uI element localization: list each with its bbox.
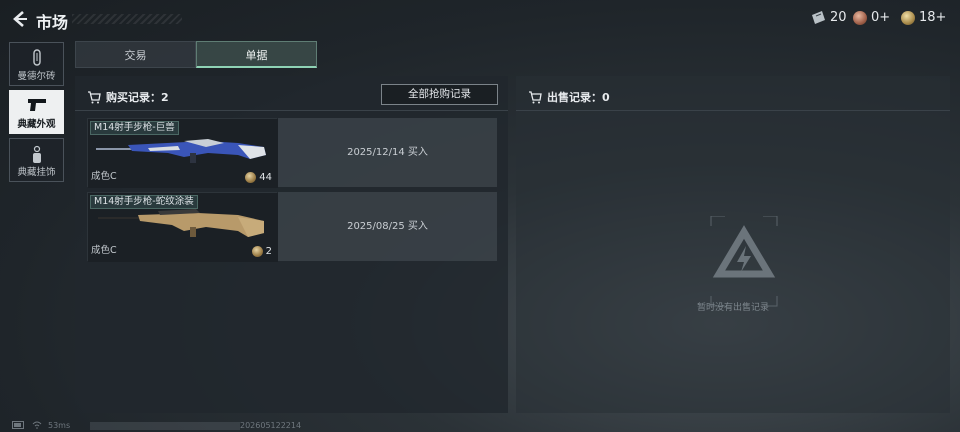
price: 2 — [251, 246, 272, 257]
gold-coin-icon — [251, 246, 263, 257]
page-title: 市场 — [36, 13, 69, 32]
sidebar-item-label: 典藏外观 — [17, 119, 56, 130]
wifi-icon — [32, 421, 42, 431]
purchase-heading: 购买记录：2 — [87, 89, 169, 105]
currency-gold-coin[interactable]: 18+ — [901, 10, 946, 25]
weapon-name: M14射手步枪-巨兽 — [90, 121, 179, 135]
purchase-record[interactable]: M14射手步枪-巨兽 成色C 44 2025/12/14 买入 — [87, 118, 497, 188]
back-arrow-icon[interactable] — [10, 9, 28, 29]
charm-icon — [32, 145, 41, 163]
sales-heading-text: 出售记录：0 — [547, 91, 610, 104]
sidebar-item-label: 曼德尔砖 — [17, 71, 56, 82]
all-snap-purchase-records-button[interactable]: 全部抢购记录 — [381, 84, 498, 105]
purchase-panel: 购买记录：2 全部抢购记录 M14射手步枪-巨兽 成色C 44 2025/12/… — [75, 76, 508, 413]
weapon-thumbnail: M14射手步枪-蛇纹涂装 成色C 2 — [87, 192, 278, 262]
purchase-record[interactable]: M14射手步枪-蛇纹涂装 成色C 2 2025/08/25 买入 — [87, 192, 497, 262]
purchase-heading-text: 购买记录：2 — [106, 91, 169, 104]
sidebar-item-collection-skin[interactable]: 典藏外观 — [9, 90, 64, 134]
divider — [516, 110, 950, 111]
sales-heading: 出售记录：0 — [528, 89, 610, 105]
divider — [75, 110, 508, 111]
ticket-icon — [812, 10, 825, 24]
price: 44 — [245, 172, 272, 183]
top-bar: 市场 20 0+ 18+ — [0, 0, 960, 38]
purchase-date: 2025/12/14 买入 — [278, 118, 497, 187]
sales-panel: 出售记录：0 暂时没有出售记录 — [516, 76, 950, 413]
tab-bar: 交易 单据 — [75, 41, 317, 68]
badge-coin-count: 0+ — [871, 10, 891, 25]
blurred-uid — [90, 422, 240, 430]
battery-icon — [12, 421, 26, 431]
tab-records[interactable]: 单据 — [196, 41, 317, 68]
pistol-icon — [27, 99, 46, 111]
title-decoration — [72, 14, 182, 24]
sidebar-item-collection-charm[interactable]: 典藏挂饰 — [9, 138, 64, 182]
price-value: 2 — [265, 246, 272, 257]
condition-label: 成色C — [91, 171, 117, 182]
ping-value: 53ms — [48, 421, 71, 430]
purchase-date: 2025/08/25 买入 — [278, 192, 497, 261]
currency-badge-coin[interactable]: 0+ — [853, 10, 890, 25]
gold-coin-count: 18+ — [919, 10, 947, 25]
gold-coin-icon — [901, 10, 915, 25]
build-id: 202605122214 — [240, 421, 302, 430]
sidebar-item-brick[interactable]: 曼德尔砖 — [9, 42, 64, 86]
badge-coin-icon — [853, 10, 867, 25]
weapon-thumbnail: M14射手步枪-巨兽 成色C 44 — [87, 118, 278, 188]
weapon-name: M14射手步枪-蛇纹涂装 — [90, 195, 198, 209]
cart-icon — [88, 90, 101, 103]
gold-coin-icon — [245, 172, 257, 183]
ticket-count: 20 — [830, 10, 847, 25]
status-bar: 53ms 202605122214 — [0, 419, 960, 432]
brick-icon — [32, 49, 41, 66]
price-value: 44 — [259, 172, 272, 183]
tab-trade[interactable]: 交易 — [75, 41, 196, 68]
sidebar-item-label: 典藏挂饰 — [17, 167, 56, 178]
currency-ticket[interactable]: 20 — [810, 10, 847, 25]
empty-state-text: 暂时没有出售记录 — [696, 303, 769, 313]
condition-label: 成色C — [91, 245, 117, 256]
sell-cart-icon — [529, 90, 542, 103]
